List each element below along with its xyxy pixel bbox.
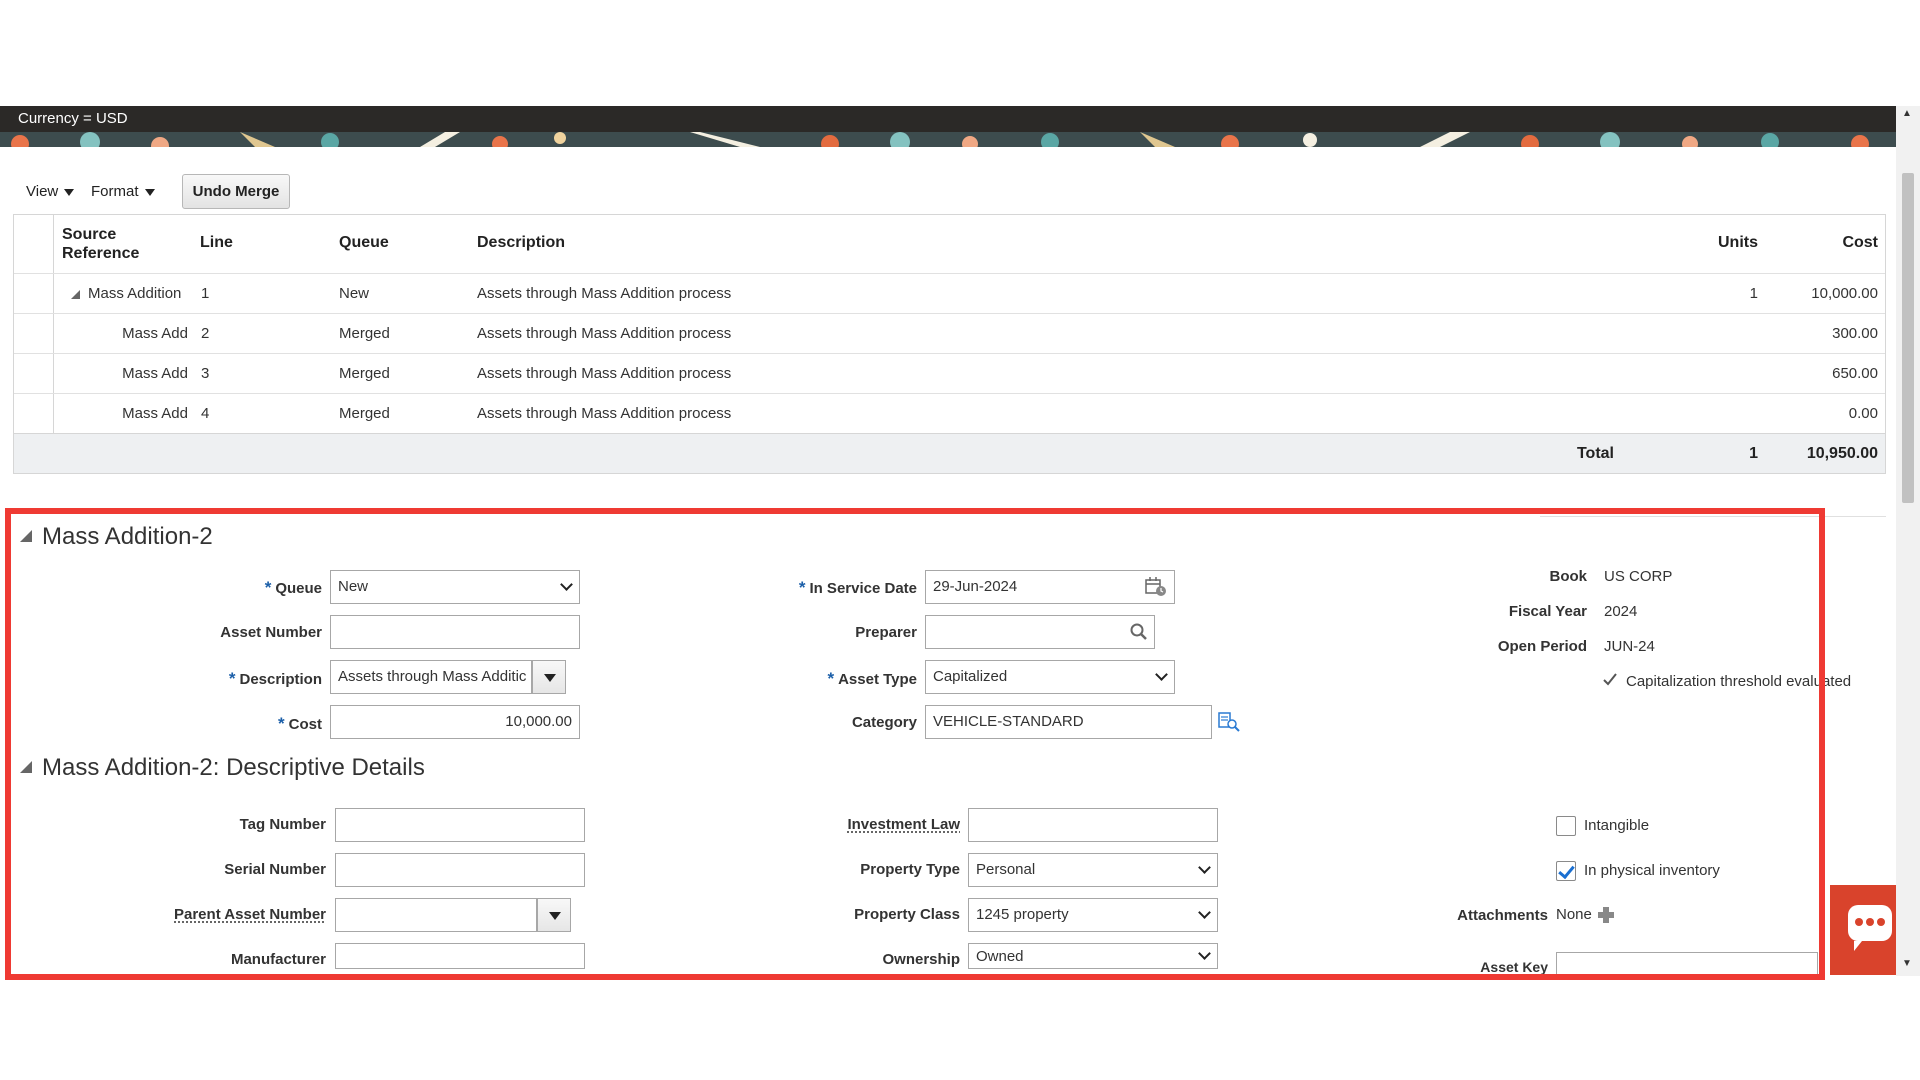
format-menu[interactable]: Format <box>91 183 155 200</box>
view-menu-label: View <box>26 183 59 200</box>
currency-bar: Currency = USD <box>0 106 1896 132</box>
chevron-down-icon <box>144 188 155 196</box>
source-reference-cell: Mass Add <box>122 405 188 422</box>
chat-dot <box>1866 918 1874 926</box>
queue-cell: Merged <box>339 405 390 422</box>
column-header-units[interactable]: Units <box>1634 234 1758 252</box>
queue-cell: New <box>339 285 370 302</box>
cost-cell: 10,000.00 <box>1811 285 1878 302</box>
chat-dot <box>1855 918 1863 926</box>
units-cell: 1 <box>1749 285 1758 302</box>
undo-merge-button[interactable]: Undo Merge <box>182 174 290 209</box>
format-menu-label: Format <box>91 183 139 200</box>
description-cell: Assets through Mass Addition process <box>477 365 732 382</box>
vertical-scrollbar[interactable]: ▲ ▼ <box>1896 106 1920 976</box>
line-cell: 2 <box>201 325 210 342</box>
table-total-row: Total 1 10,950.00 <box>14 433 1885 473</box>
highlight-frame <box>5 508 1825 980</box>
column-header-queue[interactable]: Queue <box>339 234 389 252</box>
view-menu[interactable]: View <box>26 183 75 200</box>
scroll-down-icon[interactable]: ▼ <box>1902 958 1912 969</box>
scroll-up-icon[interactable]: ▲ <box>1902 108 1912 119</box>
table-row[interactable]: Mass Add 3 Merged Assets through Mass Ad… <box>14 353 1885 393</box>
column-header-source-reference[interactable]: Source Reference <box>62 225 139 263</box>
chat-dot <box>1877 918 1885 926</box>
line-cell: 3 <box>201 365 210 382</box>
queue-cell: Merged <box>339 365 390 382</box>
column-header-description[interactable]: Description <box>477 234 565 252</box>
line-cell: 1 <box>201 285 210 302</box>
chat-icon <box>1848 905 1892 951</box>
decorative-banner <box>0 132 1896 147</box>
currency-label: Currency = USD <box>18 110 128 127</box>
column-header-cost[interactable]: Cost <box>1774 234 1878 252</box>
column-header-line[interactable]: Line <box>200 234 233 252</box>
source-text: Mass Addition <box>88 285 182 302</box>
cost-cell: 0.00 <box>1848 405 1878 422</box>
cost-cell: 300.00 <box>1832 325 1878 342</box>
cost-cell: 650.00 <box>1832 365 1878 382</box>
total-cost: 10,950.00 <box>1806 445 1878 462</box>
description-cell: Assets through Mass Addition process <box>477 285 732 302</box>
collapse-icon[interactable] <box>71 289 80 299</box>
total-units: 1 <box>1749 445 1758 462</box>
total-label: Total <box>1576 445 1614 462</box>
description-cell: Assets through Mass Addition process <box>477 325 732 342</box>
queue-cell: Merged <box>339 325 390 342</box>
table-row[interactable]: Mass Addition 1 New Assets through Mass … <box>14 273 1885 313</box>
banner-pattern <box>0 132 1896 147</box>
table-row[interactable]: Mass Add 4 Merged Assets through Mass Ad… <box>14 393 1885 433</box>
source-reference-cell: Mass Addition <box>71 274 181 314</box>
chat-button[interactable] <box>1830 885 1896 975</box>
table-row[interactable]: Mass Add 2 Merged Assets through Mass Ad… <box>14 313 1885 353</box>
line-cell: 4 <box>201 405 210 422</box>
source-reference-cell: Mass Add <box>122 365 188 382</box>
header-text: Source <box>62 226 117 243</box>
chevron-down-icon <box>64 188 75 196</box>
scrollbar-thumb[interactable] <box>1902 173 1914 503</box>
description-cell: Assets through Mass Addition process <box>477 405 732 422</box>
source-reference-cell: Mass Add <box>122 325 188 342</box>
header-text: Reference <box>62 245 140 262</box>
mass-additions-table: Source Reference Line Queue Description … <box>13 214 1886 474</box>
